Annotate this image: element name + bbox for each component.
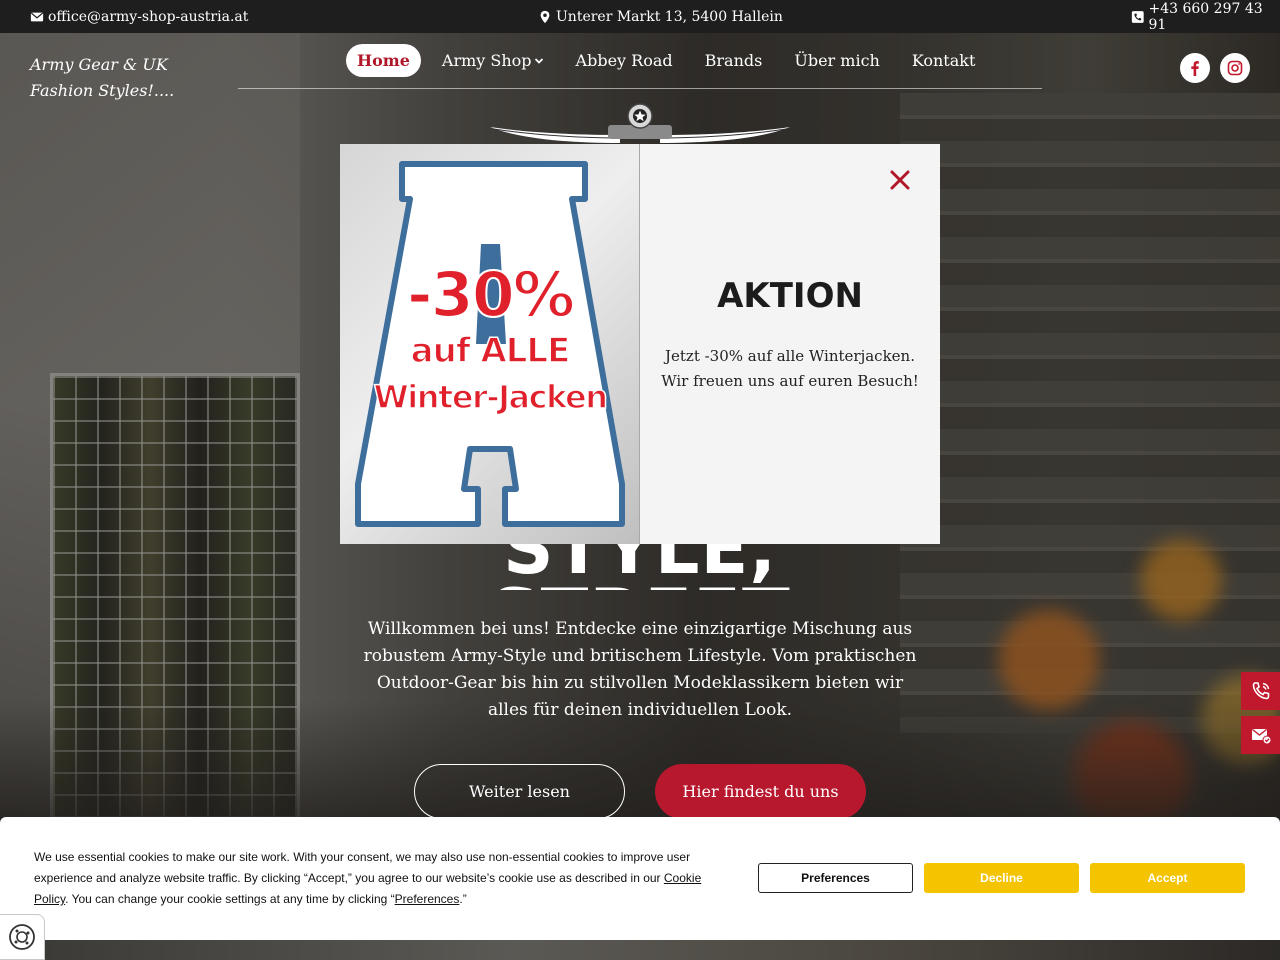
read-more-button[interactable]: Weiter lesen: [414, 764, 625, 819]
promo-popup: -30% auf ALLE Winter-Jacken AKTION Jetzt…: [340, 144, 940, 544]
promo-content: AKTION Jetzt -30% auf alle Winterjacken.…: [640, 144, 940, 544]
chevron-down-icon: [534, 57, 543, 64]
topbar-phone-text[interactable]: +43 660 297 43 91: [1149, 1, 1280, 33]
promo-text-line1: Jetzt -30% auf alle Winterjacken.: [665, 347, 915, 365]
facebook-link[interactable]: [1180, 53, 1210, 83]
cookie-settings-badge[interactable]: [0, 914, 45, 960]
cookie-settings-icon: [9, 924, 35, 950]
promo-text-line2: Wir freuen uns auf euren Besuch!: [661, 372, 919, 390]
promo-percent: -30%: [406, 258, 576, 331]
nav-item-brands[interactable]: Brands: [694, 44, 774, 77]
close-icon[interactable]: [888, 168, 912, 192]
promo-image: -30% auf ALLE Winter-Jacken: [340, 144, 640, 544]
top-contact-bar: office@army-shop-austria.at Unterer Mark…: [0, 0, 1280, 33]
hero-description: Willkommen bei uns! Entdecke eine einzig…: [363, 619, 917, 720]
facebook-icon: [1191, 61, 1199, 76]
page-bottom-strip: [0, 940, 1280, 960]
main-navigation: Home Army Shop Abbey Road Brands Über mi…: [346, 44, 996, 77]
promo-line1: auf ALLE: [410, 330, 571, 372]
phone-call-icon: [1252, 682, 1269, 700]
side-mail-button[interactable]: [1241, 716, 1280, 754]
site-tagline: Army Gear & UK Fashion Styles!....: [30, 55, 175, 100]
cookie-preferences-link[interactable]: Preferences: [395, 892, 460, 906]
cookie-text: We use essential cookies to make our sit…: [34, 847, 714, 910]
promo-line2: Winter-Jacken: [373, 377, 609, 417]
nav-item-ueber-mich[interactable]: Über mich: [783, 44, 890, 77]
cookie-text-part2: . You can change your cookie settings at…: [65, 892, 395, 906]
nav-item-kontakt[interactable]: Kontakt: [901, 44, 987, 77]
mail-check-icon: [1251, 728, 1271, 745]
topbar-address: Unterer Markt 13, 5400 Hallein: [538, 9, 783, 25]
cookie-accept-button[interactable]: Accept: [1090, 863, 1245, 893]
nav-item-abbey-road[interactable]: Abbey Road: [565, 44, 684, 77]
side-call-button[interactable]: [1241, 672, 1280, 710]
topbar-address-text: Unterer Markt 13, 5400 Hallein: [556, 8, 783, 25]
cookie-decline-button[interactable]: Decline: [924, 863, 1079, 893]
topbar-email-text[interactable]: office@army-shop-austria.at: [48, 9, 248, 25]
find-us-button[interactable]: Hier findest du uns: [655, 764, 866, 819]
instagram-icon: [1227, 60, 1243, 76]
nav-item-army-shop[interactable]: Army Shop: [431, 44, 555, 77]
cookie-text-part1: We use essential cookies to make our sit…: [34, 850, 691, 885]
nav-item-army-shop-label: Army Shop: [441, 51, 532, 70]
promo-title: AKTION: [717, 276, 863, 316]
topbar-email[interactable]: office@army-shop-austria.at: [30, 9, 248, 25]
cookie-preferences-button[interactable]: Preferences: [758, 863, 913, 893]
topbar-phone[interactable]: +43 660 297 43 91: [1131, 1, 1280, 33]
promo-text: Jetzt -30% auf alle Winterjacken. Wir fr…: [640, 344, 940, 394]
nav-divider: [238, 88, 1042, 89]
phone-icon: [1131, 10, 1144, 23]
cookie-banner: We use essential cookies to make our sit…: [0, 817, 1280, 940]
envelope-icon: [30, 12, 44, 21]
site-logo[interactable]: [490, 103, 790, 145]
instagram-link[interactable]: [1220, 53, 1250, 83]
nav-item-home[interactable]: Home: [346, 44, 421, 77]
cookie-text-part3: .”: [459, 892, 467, 906]
promo-image-text: -30% auf ALLE Winter-Jacken: [340, 258, 639, 420]
map-pin-icon: [540, 10, 550, 23]
